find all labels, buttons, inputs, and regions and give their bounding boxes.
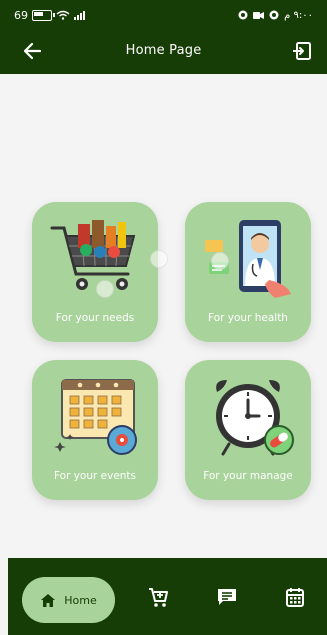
bottom-navigation: Home (8, 558, 327, 635)
manage-caption: For your manage (203, 470, 293, 482)
signal-icon (74, 10, 85, 20)
status-left-text: 69 (14, 8, 28, 22)
wifi-icon (56, 10, 70, 20)
status-bar: 69 ٩:٠٠ م (0, 0, 327, 30)
touch-ripple (211, 252, 229, 270)
nav-home-label: Home (64, 593, 97, 607)
status-left: 69 (14, 9, 86, 22)
needs-caption: For your needs (55, 312, 135, 324)
calendar-icon[interactable] (284, 586, 306, 608)
shopping-cart-icon (50, 220, 136, 290)
events-card[interactable]: For your events (32, 360, 158, 500)
clock-text: ٩:٠٠ م (284, 9, 313, 21)
app-bar: Home Page (0, 30, 327, 74)
calendar-events-icon (54, 379, 137, 455)
touch-ripple (150, 250, 168, 268)
manage-card[interactable]: For your manage (185, 360, 311, 500)
logout-icon[interactable] (293, 40, 313, 62)
health-caption: For your health (208, 312, 288, 324)
needs-card[interactable]: For your needs (32, 202, 158, 342)
camera-icon (253, 11, 265, 19)
status-right: ٩:٠٠ م (238, 10, 313, 21)
phone-screen: 69 ٩:٠٠ م Home Page For your needs For y… (0, 0, 327, 635)
app-notification-icon (269, 10, 279, 20)
cart-icon[interactable] (147, 586, 169, 608)
nav-home-button[interactable]: Home (22, 577, 115, 623)
touch-ripple (96, 280, 114, 298)
alarm-clock-pill-icon (216, 380, 294, 456)
battery-icon (32, 9, 55, 21)
page-title: Home Page (125, 43, 202, 58)
message-icon[interactable] (216, 586, 238, 608)
health-card[interactable]: For your health (185, 202, 311, 342)
events-caption: For your events (53, 470, 137, 482)
notification-icon (238, 10, 248, 20)
home-icon (41, 593, 56, 607)
